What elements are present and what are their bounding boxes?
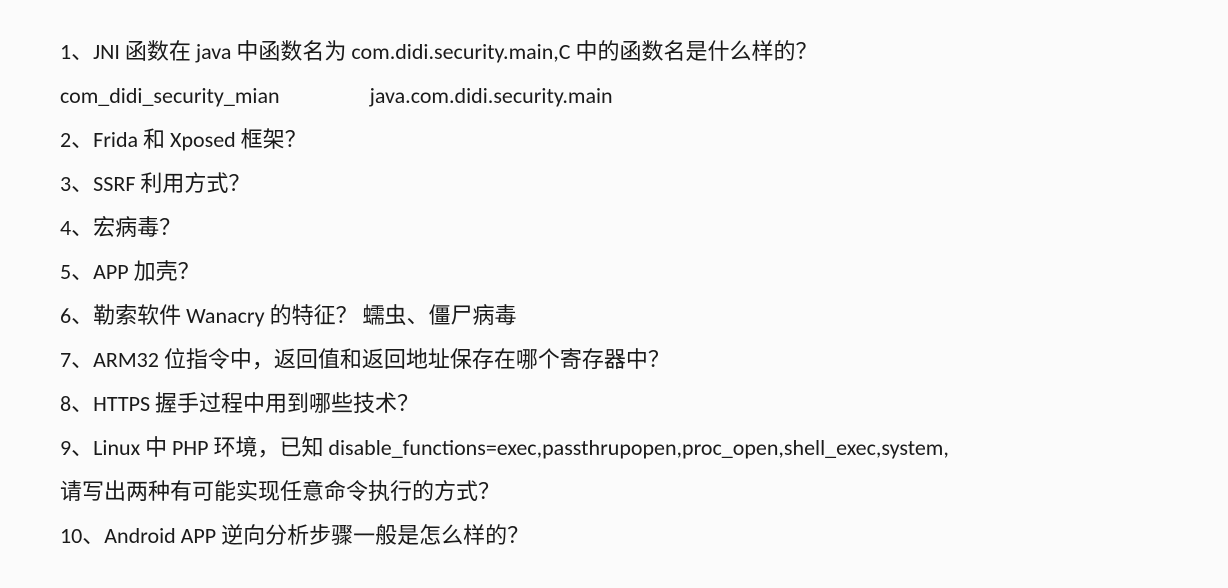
question-4: 4、宏病毒？ [60, 206, 1168, 250]
question-5: 5、APP 加壳？ [60, 250, 1168, 294]
question-6: 6、勒索软件 Wanacry 的特征？ 蠕虫、僵尸病毒 [60, 294, 1168, 338]
question-1-answers: com_didi_security_mian java.com.didi.sec… [60, 74, 1168, 118]
question-1: 1、JNI 函数在 java 中函数名为 com.didi.security.m… [60, 30, 1168, 74]
question-7: 7、ARM32 位指令中，返回值和返回地址保存在哪个寄存器中？ [60, 338, 1168, 382]
question-list: 1、JNI 函数在 java 中函数名为 com.didi.security.m… [60, 30, 1168, 558]
question-8: 8、HTTPS 握手过程中用到哪些技术？ [60, 382, 1168, 426]
answer-1a: com_didi_security_mian [60, 74, 280, 118]
question-2: 2、Frida 和 Xposed 框架？ [60, 118, 1168, 162]
question-9-line2: 请写出两种有可能实现任意命令执行的方式？ [60, 470, 1168, 514]
question-10: 10、Android APP 逆向分析步骤一般是怎么样的？ [60, 514, 1168, 558]
question-3: 3、SSRF 利用方式？ [60, 162, 1168, 206]
question-9-line1: 9、Linux 中 PHP 环境，已知 disable_functions=ex… [60, 426, 1168, 470]
answer-1b: java.com.didi.security.main [370, 74, 613, 118]
